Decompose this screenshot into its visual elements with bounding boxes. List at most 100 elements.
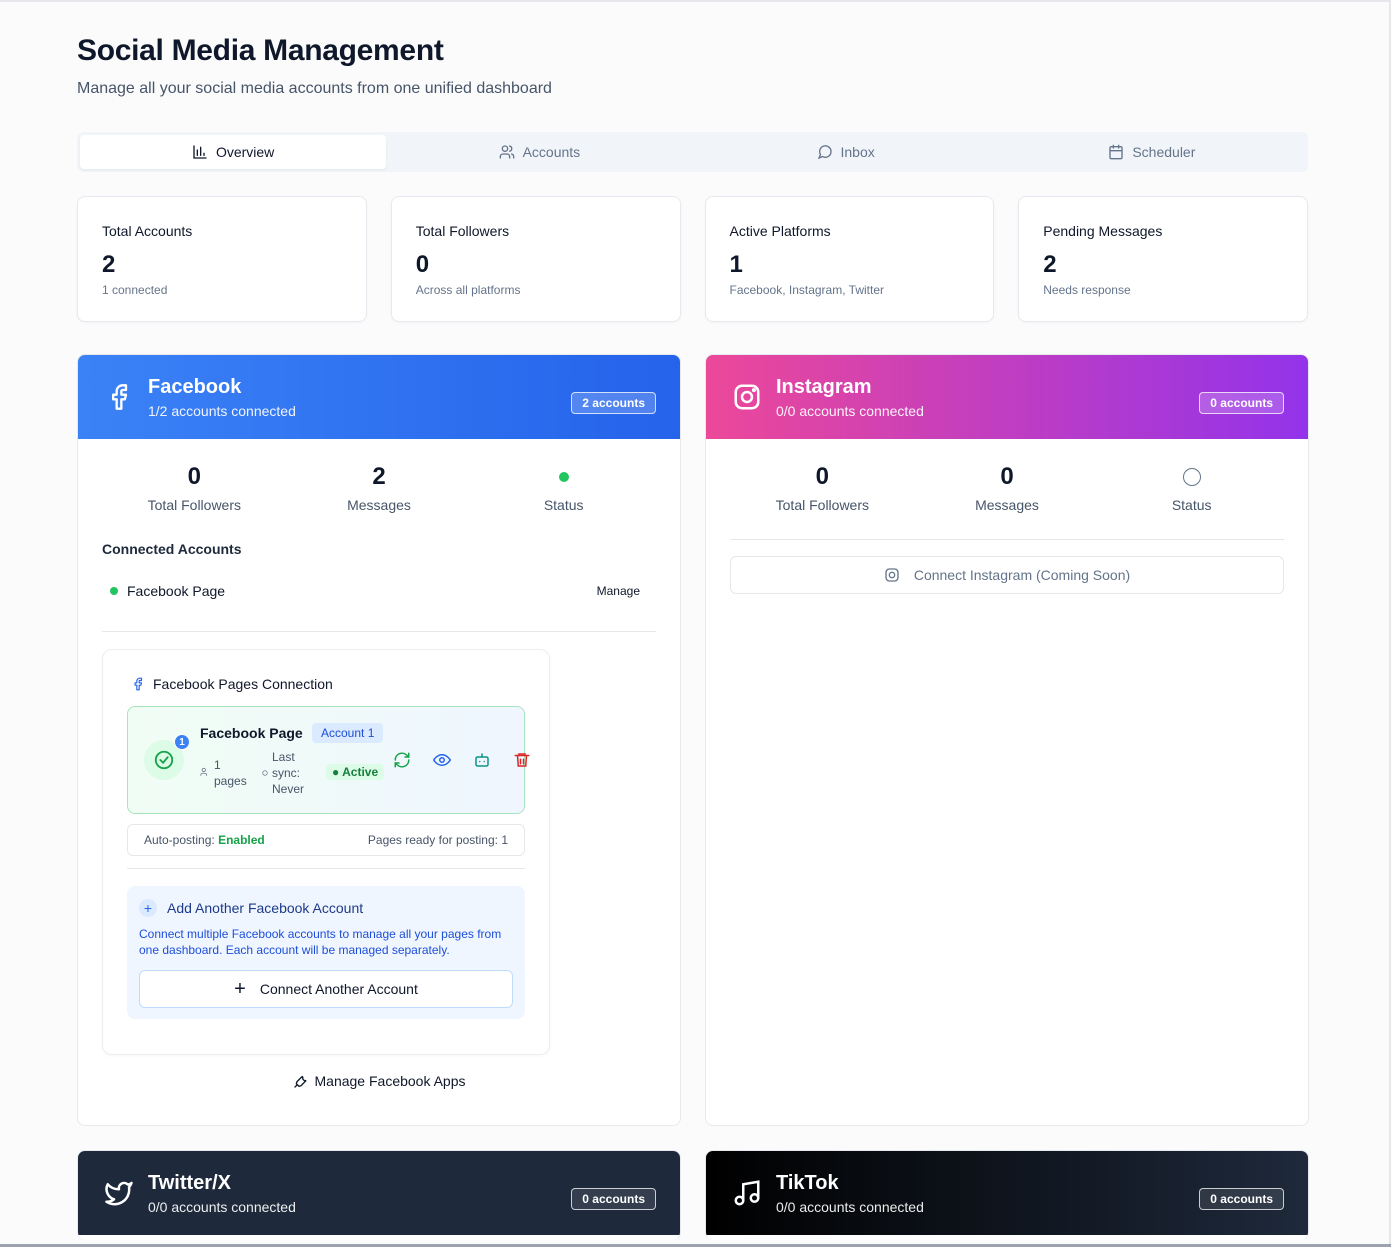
platform-name: Facebook	[148, 375, 242, 398]
pages-count-label: pages	[214, 774, 247, 788]
instagram-metrics: 0 Total Followers 0 Messages Status	[706, 439, 1308, 513]
status-active-dot	[558, 472, 569, 482]
platform-name: Twitter/X	[148, 1171, 231, 1194]
tab-label: Accounts	[522, 144, 581, 160]
platform-name: Instagram	[776, 375, 872, 398]
top-border	[0, 0, 1391, 2]
tab-label: Inbox	[840, 144, 875, 160]
metric-label: Status	[543, 497, 584, 513]
last-sync-label-2: sync:	[272, 766, 301, 780]
manage-account-button[interactable]: Manage	[597, 584, 640, 598]
add-account-header: + Add Another Facebook Account	[139, 899, 363, 917]
page-avatar: 1	[144, 734, 190, 780]
auto-posting-value: Enabled	[218, 833, 265, 847]
tab-label: Scheduler	[1132, 144, 1196, 160]
facebook-card: Facebook 1/2 accounts connected 2 accoun…	[77, 354, 681, 1126]
plus-circle-icon: +	[139, 899, 157, 917]
stat-label: Pending Messages	[1043, 223, 1163, 239]
instagram-card: Instagram 0/0 accounts connected 0 accou…	[705, 354, 1309, 1126]
tab-inbox[interactable]: Inbox	[693, 135, 999, 169]
account-label-badge: Account 1	[312, 723, 384, 743]
metric-label: Messages	[347, 497, 411, 513]
stat-subtext: Needs response	[1043, 283, 1131, 297]
metric-label: Messages	[975, 497, 1039, 513]
message-circle-icon	[817, 145, 832, 160]
facebook-icon	[102, 380, 136, 414]
auto-posting-bar: Auto-posting: Enabled Pages ready for po…	[127, 824, 525, 856]
twitter-icon	[102, 1176, 136, 1210]
stat-card-total-accounts: Total Accounts 2 1 connected	[77, 196, 367, 322]
account-number-badge: 1	[174, 734, 190, 750]
eye-icon[interactable]	[433, 751, 451, 769]
tiktok-card: TikTok 0/0 accounts connected 0 accounts	[705, 1150, 1309, 1240]
connected-accounts-title: Connected Accounts	[102, 541, 242, 557]
auto-posting-label: Auto-posting:	[144, 833, 215, 847]
calendar-icon	[1109, 144, 1124, 160]
pages-connection-header: Facebook Pages Connection	[131, 676, 333, 692]
platform-connected-count: 1/2 accounts connected	[148, 402, 296, 419]
section-divider	[730, 539, 1284, 540]
add-account-title: Add Another Facebook Account	[167, 900, 364, 916]
metric-total-followers: 0 Total Followers	[102, 463, 287, 513]
accounts-badge: 0 accounts	[571, 1188, 656, 1210]
pages-count: 1 pages	[200, 757, 247, 789]
platform-name: TikTok	[776, 1171, 839, 1194]
stat-card-pending-messages: Pending Messages 2 Needs response	[1018, 196, 1308, 322]
metric-label: Status	[1171, 497, 1212, 513]
plus-icon: +	[234, 978, 246, 1000]
stat-value: 1	[729, 251, 743, 278]
pages-ready-count: Pages ready for posting: 1	[367, 833, 508, 847]
platform-connected-count: 0/0 accounts connected	[148, 1198, 296, 1215]
metric-messages: 2 Messages	[287, 463, 472, 513]
page-title: Social Media Management	[77, 34, 444, 67]
manage-facebook-apps-button[interactable]: Manage Facebook Apps	[78, 1073, 680, 1089]
metric-status: Status	[1099, 463, 1284, 513]
facebook-metrics: 0 Total Followers 2 Messages Status	[78, 439, 680, 513]
metric-total-followers: 0 Total Followers	[730, 463, 915, 513]
stat-value: 2	[102, 251, 116, 278]
accounts-badge: 2 accounts	[571, 392, 656, 414]
stat-label: Total Followers	[415, 223, 510, 239]
metric-value: 0	[1000, 463, 1014, 490]
status-inactive-ring	[1182, 468, 1201, 486]
connect-instagram-button[interactable]: Connect Instagram (Coming Soon)	[730, 556, 1284, 594]
facebook-pages-connection-panel: Facebook Pages Connection 1 Facebook Pag…	[102, 649, 550, 1055]
section-divider	[102, 631, 656, 632]
music-note-icon	[730, 1176, 764, 1210]
users-icon	[499, 145, 514, 159]
wrench-icon	[293, 1075, 307, 1088]
metric-value: 0	[187, 463, 202, 490]
users-icon	[200, 767, 208, 776]
stat-label: Total Accounts	[102, 223, 193, 239]
tab-scheduler[interactable]: Scheduler	[999, 135, 1305, 169]
tab-accounts[interactable]: Accounts	[386, 135, 692, 169]
connected-account-row: Facebook Page Manage	[110, 583, 640, 599]
last-sync-value: Never	[272, 782, 305, 796]
facebook-icon	[134, 677, 143, 691]
stat-value: 2	[1043, 251, 1057, 278]
tab-bar: Overview Accounts Inbox Scheduler	[77, 132, 1308, 172]
trash-icon[interactable]	[513, 751, 531, 769]
platform-connected-count: 0/0 accounts connected	[776, 402, 924, 419]
pages-count-value: 1	[214, 758, 221, 772]
last-sync: Last sync: Never	[262, 749, 304, 797]
tab-overview[interactable]: Overview	[80, 135, 387, 169]
button-label: Connect Another Account	[259, 981, 418, 997]
page-header: Social Media Management Manage all your …	[77, 34, 552, 98]
bot-icon[interactable]	[473, 751, 491, 769]
page-title-text: Facebook Page	[200, 725, 303, 741]
accounts-badge: 0 accounts	[1199, 392, 1284, 414]
metric-messages: 0 Messages	[915, 463, 1100, 513]
clock-icon	[262, 770, 268, 776]
add-account-box: + Add Another Facebook Account Connect m…	[127, 886, 525, 1019]
connect-another-account-button[interactable]: + Connect Another Account	[139, 970, 513, 1008]
refresh-icon[interactable]	[393, 751, 411, 769]
account-name: Facebook Page	[127, 583, 226, 599]
panel-divider	[127, 868, 525, 869]
stat-label: Active Platforms	[729, 223, 831, 239]
page-subtitle: Manage all your social media accounts fr…	[77, 80, 552, 97]
button-label: Connect Instagram (Coming Soon)	[913, 567, 1131, 583]
metric-label: Total Followers	[147, 497, 242, 513]
stat-value: 0	[415, 251, 430, 278]
accounts-badge: 0 accounts	[1199, 1188, 1284, 1210]
